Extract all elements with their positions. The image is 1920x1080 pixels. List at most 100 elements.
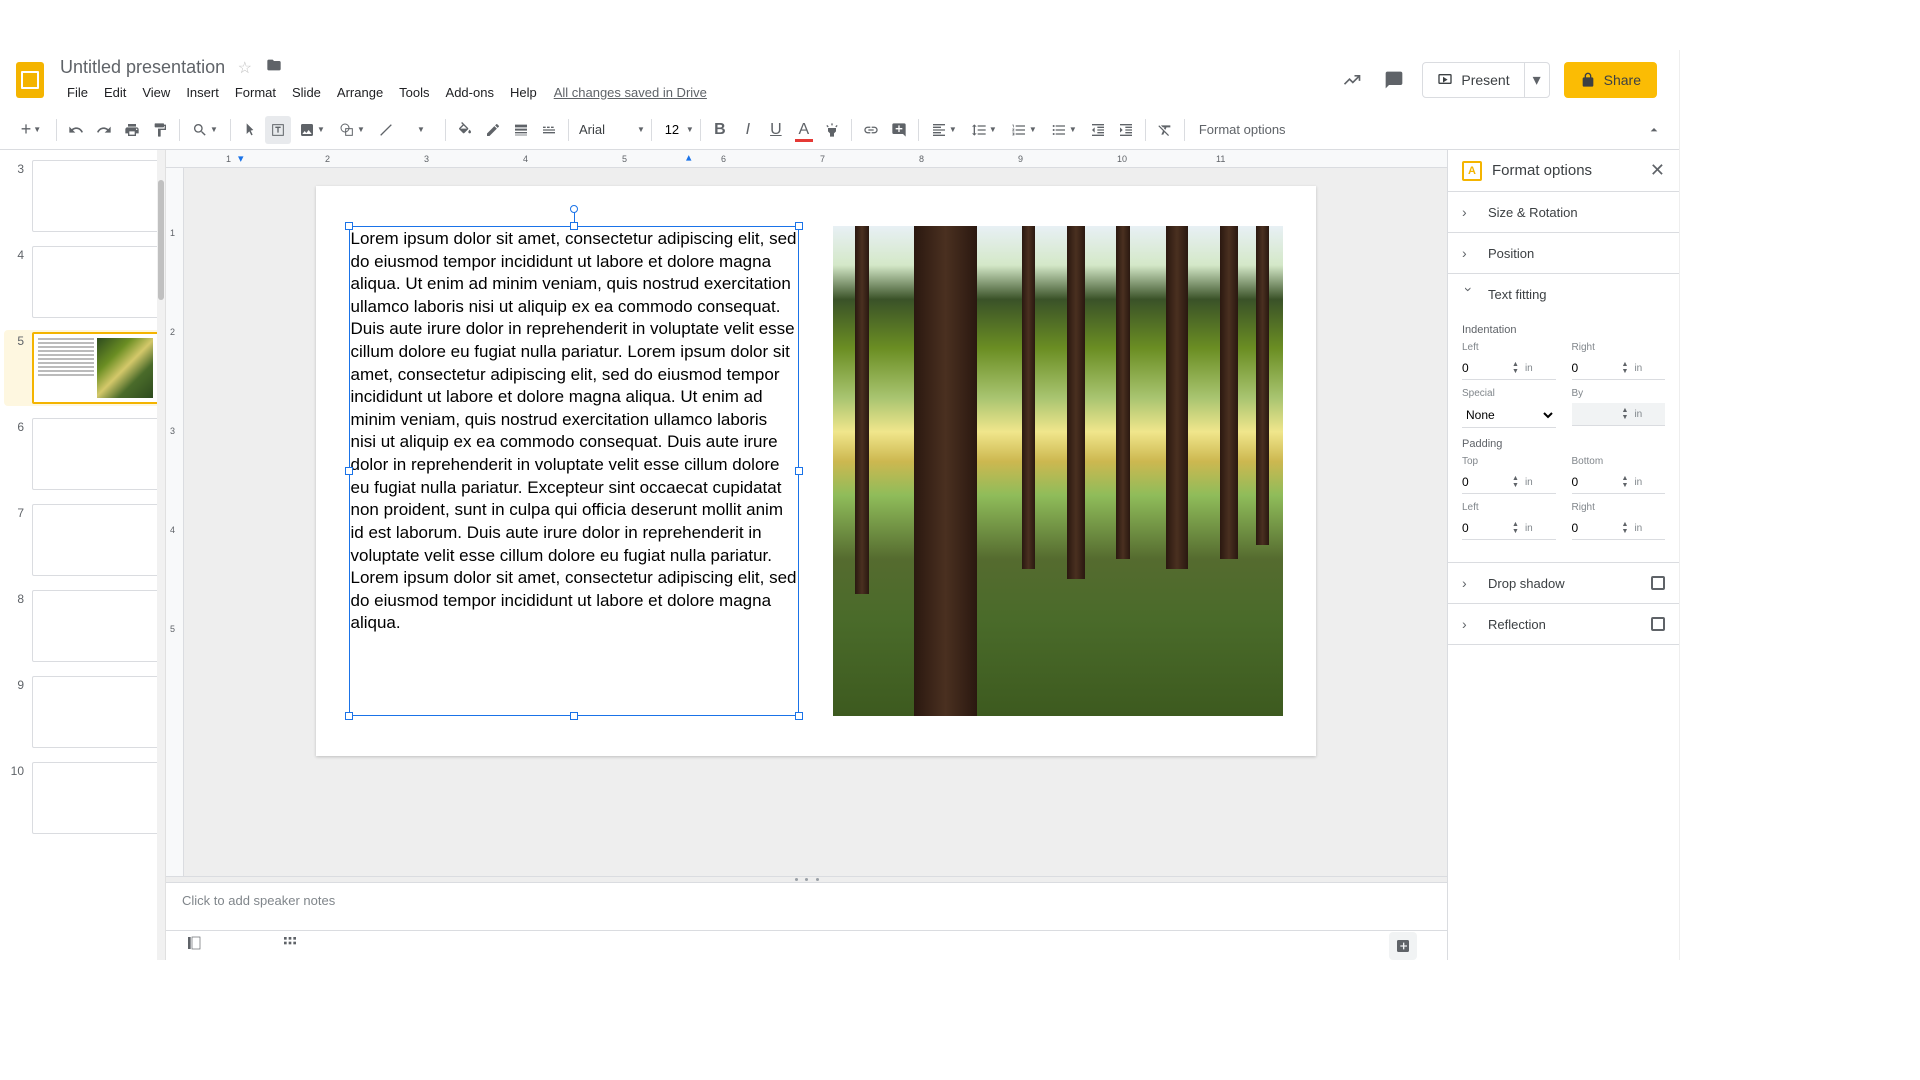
- slide-thumbnail[interactable]: 9: [4, 674, 161, 750]
- indent-right-input[interactable]: [1572, 357, 1622, 379]
- chevron-up-icon[interactable]: [1641, 116, 1667, 144]
- thumbnail-preview[interactable]: [32, 418, 159, 490]
- format-options-toggle[interactable]: Format options: [1191, 122, 1294, 137]
- menu-arrange[interactable]: Arrange: [330, 81, 390, 104]
- border-weight-button[interactable]: [508, 116, 534, 144]
- slide-thumbnail[interactable]: 7: [4, 502, 161, 578]
- share-button[interactable]: Share: [1564, 62, 1657, 98]
- app-logo[interactable]: [12, 62, 48, 98]
- move-folder-icon[interactable]: [266, 60, 282, 77]
- menu-slide[interactable]: Slide: [285, 81, 328, 104]
- menu-format[interactable]: Format: [228, 81, 283, 104]
- stepper[interactable]: ▲▼: [1622, 521, 1629, 535]
- border-color-button[interactable]: [480, 116, 506, 144]
- line-spacing-button[interactable]: ▼: [965, 116, 1003, 144]
- thumbnail-preview[interactable]: [32, 246, 159, 318]
- close-panel-button[interactable]: ✕: [1650, 160, 1665, 181]
- print-button[interactable]: [119, 116, 145, 144]
- indent-marker-left[interactable]: ▾: [238, 152, 244, 165]
- filmstrip-scrollbar[interactable]: [157, 150, 165, 960]
- textbox-tool[interactable]: [265, 116, 291, 144]
- slide-thumbnail[interactable]: 8: [4, 588, 161, 664]
- filmstrip-view-icon[interactable]: [186, 935, 202, 956]
- reflection-checkbox[interactable]: [1651, 617, 1665, 631]
- clear-format-button[interactable]: [1152, 116, 1178, 144]
- align-button[interactable]: ▼: [925, 116, 963, 144]
- indent-decrease-button[interactable]: [1085, 116, 1111, 144]
- font-family-select[interactable]: [575, 118, 635, 141]
- resize-handle-mr[interactable]: [795, 467, 803, 475]
- slide-thumbnail[interactable]: 3: [4, 158, 161, 234]
- underline-button[interactable]: U: [763, 116, 789, 144]
- filmstrip[interactable]: 3 4 5 6 7 8 9 10: [0, 150, 166, 960]
- thumbnail-preview[interactable]: [32, 676, 159, 748]
- resize-handle-tl[interactable]: [345, 222, 353, 230]
- paint-format-button[interactable]: [147, 116, 173, 144]
- document-title[interactable]: Untitled presentation: [60, 57, 225, 78]
- menu-insert[interactable]: Insert: [179, 81, 226, 104]
- thumbnail-preview[interactable]: [32, 332, 159, 404]
- thumbnail-preview[interactable]: [32, 762, 159, 834]
- section-text-fitting[interactable]: › Text fitting: [1448, 274, 1679, 314]
- indent-increase-button[interactable]: [1113, 116, 1139, 144]
- slide-thumbnail[interactable]: 10: [4, 760, 161, 836]
- undo-button[interactable]: [63, 116, 89, 144]
- slide-thumbnail[interactable]: 6: [4, 416, 161, 492]
- pad-left-input[interactable]: [1462, 517, 1512, 539]
- section-position[interactable]: › Position: [1448, 233, 1679, 273]
- text-color-button[interactable]: A: [791, 116, 817, 144]
- drop-shadow-checkbox[interactable]: [1651, 576, 1665, 590]
- indent-marker-right[interactable]: ▾: [686, 152, 692, 165]
- highlight-button[interactable]: [819, 116, 845, 144]
- slide-thumbnail[interactable]: 4: [4, 244, 161, 320]
- rotation-handle[interactable]: [570, 205, 578, 213]
- menu-help[interactable]: Help: [503, 81, 544, 104]
- stepper[interactable]: ▲▼: [1622, 361, 1629, 375]
- selected-textbox[interactable]: Lorem ipsum dolor sit amet, consectetur …: [349, 226, 799, 716]
- comments-icon[interactable]: [1380, 66, 1408, 94]
- grid-view-icon[interactable]: [282, 935, 298, 956]
- image-tool[interactable]: ▼: [293, 116, 331, 144]
- pad-right-input[interactable]: [1572, 517, 1622, 539]
- resize-handle-ml[interactable]: [345, 467, 353, 475]
- resize-handle-bl[interactable]: [345, 712, 353, 720]
- thumbnail-preview[interactable]: [32, 504, 159, 576]
- shape-tool[interactable]: ▼: [333, 116, 371, 144]
- explore-button[interactable]: [1389, 932, 1417, 960]
- section-size-rotation[interactable]: › Size & Rotation: [1448, 192, 1679, 232]
- section-drop-shadow[interactable]: › Drop shadow: [1448, 563, 1679, 603]
- indent-left-input[interactable]: [1462, 357, 1512, 379]
- menu-addons[interactable]: Add-ons: [439, 81, 501, 104]
- pad-top-input[interactable]: [1462, 471, 1512, 493]
- fill-color-button[interactable]: [452, 116, 478, 144]
- border-dash-button[interactable]: [536, 116, 562, 144]
- star-icon[interactable]: ☆: [238, 60, 252, 77]
- present-button[interactable]: Present: [1423, 63, 1524, 97]
- menu-view[interactable]: View: [135, 81, 177, 104]
- pad-bottom-input[interactable]: [1572, 471, 1622, 493]
- resize-handle-tr[interactable]: [795, 222, 803, 230]
- menu-file[interactable]: File: [60, 81, 95, 104]
- numbered-list-button[interactable]: ▼: [1005, 116, 1043, 144]
- stepper[interactable]: ▲▼: [1512, 475, 1519, 489]
- stepper[interactable]: ▲▼: [1622, 475, 1629, 489]
- vertical-ruler[interactable]: 12345: [166, 168, 184, 876]
- line-dropdown[interactable]: ▼: [401, 116, 439, 144]
- italic-button[interactable]: I: [735, 116, 761, 144]
- slide-thumbnail[interactable]: 5: [4, 330, 161, 406]
- resize-handle-br[interactable]: [795, 712, 803, 720]
- thumbnail-preview[interactable]: [32, 590, 159, 662]
- speaker-notes[interactable]: Click to add speaker notes: [166, 882, 1447, 930]
- horizontal-ruler[interactable]: ▾ ▾ 1234567891011: [166, 150, 1447, 168]
- resize-handle-bm[interactable]: [570, 712, 578, 720]
- special-select[interactable]: None: [1462, 403, 1556, 428]
- comment-button[interactable]: [886, 116, 912, 144]
- present-dropdown[interactable]: ▾: [1525, 63, 1549, 97]
- section-reflection[interactable]: › Reflection: [1448, 604, 1679, 644]
- redo-button[interactable]: [91, 116, 117, 144]
- stepper[interactable]: ▲▼: [1512, 521, 1519, 535]
- link-button[interactable]: [858, 116, 884, 144]
- new-slide-button[interactable]: +▼: [12, 116, 50, 144]
- bullet-list-button[interactable]: ▼: [1045, 116, 1083, 144]
- menu-tools[interactable]: Tools: [392, 81, 436, 104]
